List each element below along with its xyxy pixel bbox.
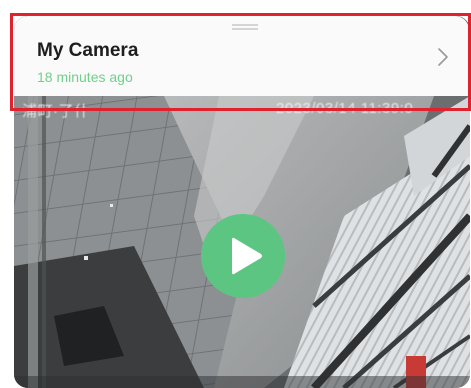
overlay-location-text: 浦町·了什 bbox=[22, 103, 90, 120]
camera-header[interactable]: My Camera 18 minutes ago bbox=[14, 16, 469, 96]
chevron-right-icon[interactable] bbox=[434, 46, 452, 68]
camera-screen: 浦町·了什 2023/03/14 11:39:0 My Camera 18 mi… bbox=[0, 0, 471, 388]
play-button[interactable] bbox=[201, 214, 285, 298]
play-icon bbox=[232, 237, 262, 275]
camera-name: My Camera bbox=[37, 40, 139, 61]
drag-handle-icon[interactable] bbox=[232, 24, 258, 30]
overlay-timestamp: 2023/03/14 11:39:0 bbox=[276, 100, 414, 117]
last-seen-time: 18 minutes ago bbox=[37, 69, 133, 85]
